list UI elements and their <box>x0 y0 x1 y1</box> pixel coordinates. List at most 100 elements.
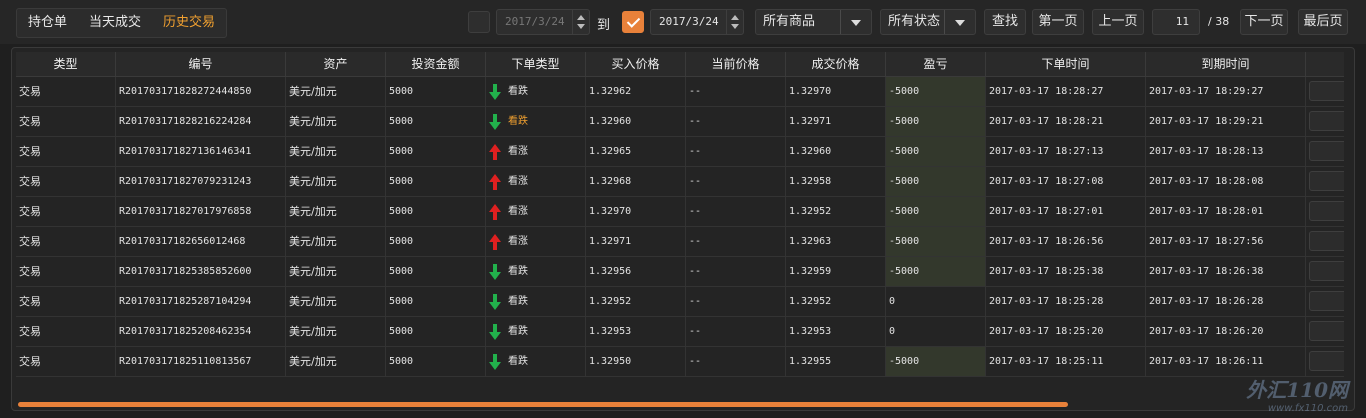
cell-id: R201703171827136146341 <box>116 137 286 166</box>
total-pages: / 38 <box>1208 15 1230 28</box>
spin-down-icon[interactable] <box>577 24 585 29</box>
row-action-button[interactable] <box>1309 81 1344 101</box>
row-action-button[interactable] <box>1309 111 1344 131</box>
column-header-current[interactable]: 当前价格 <box>686 52 786 76</box>
cell-id: R201703171828216224284 <box>116 107 286 136</box>
end-date-checkbox[interactable] <box>622 11 644 33</box>
cell-buy-price: 1.32956 <box>586 257 686 286</box>
order-direction-label: 看跌 <box>508 326 528 337</box>
watermark: 外汇110网 www.fx110.com <box>1246 374 1348 414</box>
spin-down-icon[interactable] <box>731 24 739 29</box>
prev-page-button[interactable]: 上一页 <box>1092 9 1144 35</box>
table-row[interactable]: 交易 R20170317182656012468 美元/加元 5000 看涨 1.3297… <box>16 227 1344 257</box>
order-direction-label: 看涨 <box>508 206 528 217</box>
cell-buy-price: 1.32952 <box>586 287 686 316</box>
cell-buy-price: 1.32968 <box>586 167 686 196</box>
chevron-down-icon[interactable] <box>944 10 975 34</box>
page-number-input[interactable]: 11 <box>1152 9 1200 35</box>
cell-asset: 美元/加元 <box>286 257 386 286</box>
chevron-down-icon[interactable] <box>840 10 871 34</box>
table-row[interactable]: 交易 R201703171825287104294 美元/加元 5000 看跌 1.329… <box>16 287 1344 317</box>
start-date-checkbox[interactable] <box>468 11 490 33</box>
row-action-button[interactable] <box>1309 171 1344 191</box>
column-header-type[interactable]: 类型 <box>16 52 116 76</box>
cell-profit-loss: -5000 <box>886 227 986 256</box>
row-action-button[interactable] <box>1309 201 1344 221</box>
cell-action <box>1306 137 1344 166</box>
cell-current-price: -- <box>686 77 786 106</box>
table-row[interactable]: 交易 R201703171825385852600 美元/加元 5000 看跌 1.329… <box>16 257 1344 287</box>
row-action-button[interactable] <box>1309 141 1344 161</box>
table-row[interactable]: 交易 R201703171827017976858 美元/加元 5000 看涨 1.329… <box>16 197 1344 227</box>
first-page-button[interactable]: 第一页 <box>1032 9 1084 35</box>
order-direction-label: 看跌 <box>508 356 528 367</box>
tab-history-trades[interactable]: 历史交易 <box>152 9 226 37</box>
end-date-value: 2017/3/24 <box>659 15 719 28</box>
cell-order-type: 看涨 <box>486 137 586 166</box>
next-page-button[interactable]: 下一页 <box>1240 9 1288 35</box>
cell-expire-time: 2017-03-17 18:28:08 <box>1146 167 1306 196</box>
column-header-pl[interactable]: 盈亏 <box>886 52 986 76</box>
watermark-url: www.fx110.com <box>1267 403 1348 414</box>
cell-buy-price: 1.32953 <box>586 317 686 346</box>
column-header-buy[interactable]: 买入价格 <box>586 52 686 76</box>
cell-action <box>1306 257 1344 286</box>
end-date-spinner[interactable] <box>726 10 743 34</box>
row-action-button[interactable] <box>1309 231 1344 251</box>
column-header-amount[interactable]: 投资金额 <box>386 52 486 76</box>
order-direction-label: 看跌 <box>508 296 528 307</box>
cell-profit-loss: 0 <box>886 317 986 346</box>
column-header-id[interactable]: 编号 <box>116 52 286 76</box>
horizontal-scrollbar[interactable] <box>18 402 1068 407</box>
cell-type: 交易 <box>16 287 116 316</box>
tab-open-positions[interactable]: 持仓单 <box>17 9 78 37</box>
column-header-order-time[interactable]: 下单时间 <box>986 52 1146 76</box>
table-row[interactable]: 交易 R201703171827136146341 美元/加元 5000 看涨 1.329… <box>16 137 1344 167</box>
row-action-button[interactable] <box>1309 321 1344 341</box>
table-row[interactable]: 交易 R201703171825208462354 美元/加元 5000 看跌 1.329… <box>16 317 1344 347</box>
cell-order-type: 看跌 <box>486 257 586 286</box>
cell-order-type: 看跌 <box>486 107 586 136</box>
start-date-spinner[interactable] <box>572 10 589 34</box>
product-select[interactable]: 所有商品 <box>755 9 872 35</box>
row-action-button[interactable] <box>1309 291 1344 311</box>
cell-amount: 5000 <box>386 347 486 376</box>
row-action-button[interactable] <box>1309 351 1344 371</box>
table-row[interactable]: 交易 R201703171825110813567 美元/加元 5000 看跌 1.329… <box>16 347 1344 377</box>
cell-type: 交易 <box>16 257 116 286</box>
search-button[interactable]: 查找 <box>984 9 1026 35</box>
status-select[interactable]: 所有状态 <box>880 9 976 35</box>
tab-bar: 持仓单 当天成交 历史交易 <box>16 8 228 38</box>
status-select-value: 所有状态 <box>888 14 941 29</box>
cell-deal-price: 1.32952 <box>786 287 886 316</box>
order-direction: 看跌 <box>489 257 528 286</box>
spin-up-icon[interactable] <box>577 15 585 20</box>
column-header-deal[interactable]: 成交价格 <box>786 52 886 76</box>
spin-up-icon[interactable] <box>731 15 739 20</box>
order-direction: 看跌 <box>489 287 528 316</box>
cell-current-price: -- <box>686 287 786 316</box>
column-header-asset[interactable]: 资产 <box>286 52 386 76</box>
table-row[interactable]: 交易 R201703171828272444850 美元/加元 5000 看跌 1.329… <box>16 77 1344 107</box>
end-date-field[interactable]: 2017/3/24 <box>650 9 744 35</box>
last-page-button[interactable]: 最后页 <box>1298 9 1348 35</box>
cell-deal-price: 1.32963 <box>786 227 886 256</box>
start-date-field[interactable]: 2017/3/24 <box>496 9 590 35</box>
cell-deal-price: 1.32958 <box>786 167 886 196</box>
order-direction-label: 看跌 <box>508 266 528 277</box>
table-row[interactable]: 交易 R201703171828216224284 美元/加元 5000 看跌 1.329… <box>16 107 1344 137</box>
column-header-expire-time[interactable]: 到期时间 <box>1146 52 1306 76</box>
row-action-button[interactable] <box>1309 261 1344 281</box>
column-header-dir[interactable]: 下单类型 <box>486 52 586 76</box>
cell-amount: 5000 <box>386 257 486 286</box>
order-direction: 看跌 <box>489 107 528 136</box>
cell-expire-time: 2017-03-17 18:28:01 <box>1146 197 1306 226</box>
cell-amount: 5000 <box>386 287 486 316</box>
table-row[interactable]: 交易 R201703171827079231243 美元/加元 5000 看涨 1.329… <box>16 167 1344 197</box>
cell-order-time: 2017-03-17 18:25:11 <box>986 347 1146 376</box>
order-direction: 看跌 <box>489 347 528 376</box>
cell-amount: 5000 <box>386 167 486 196</box>
arrow-up-icon <box>489 143 501 160</box>
cell-action <box>1306 287 1344 316</box>
tab-today-deals[interactable]: 当天成交 <box>78 9 152 37</box>
